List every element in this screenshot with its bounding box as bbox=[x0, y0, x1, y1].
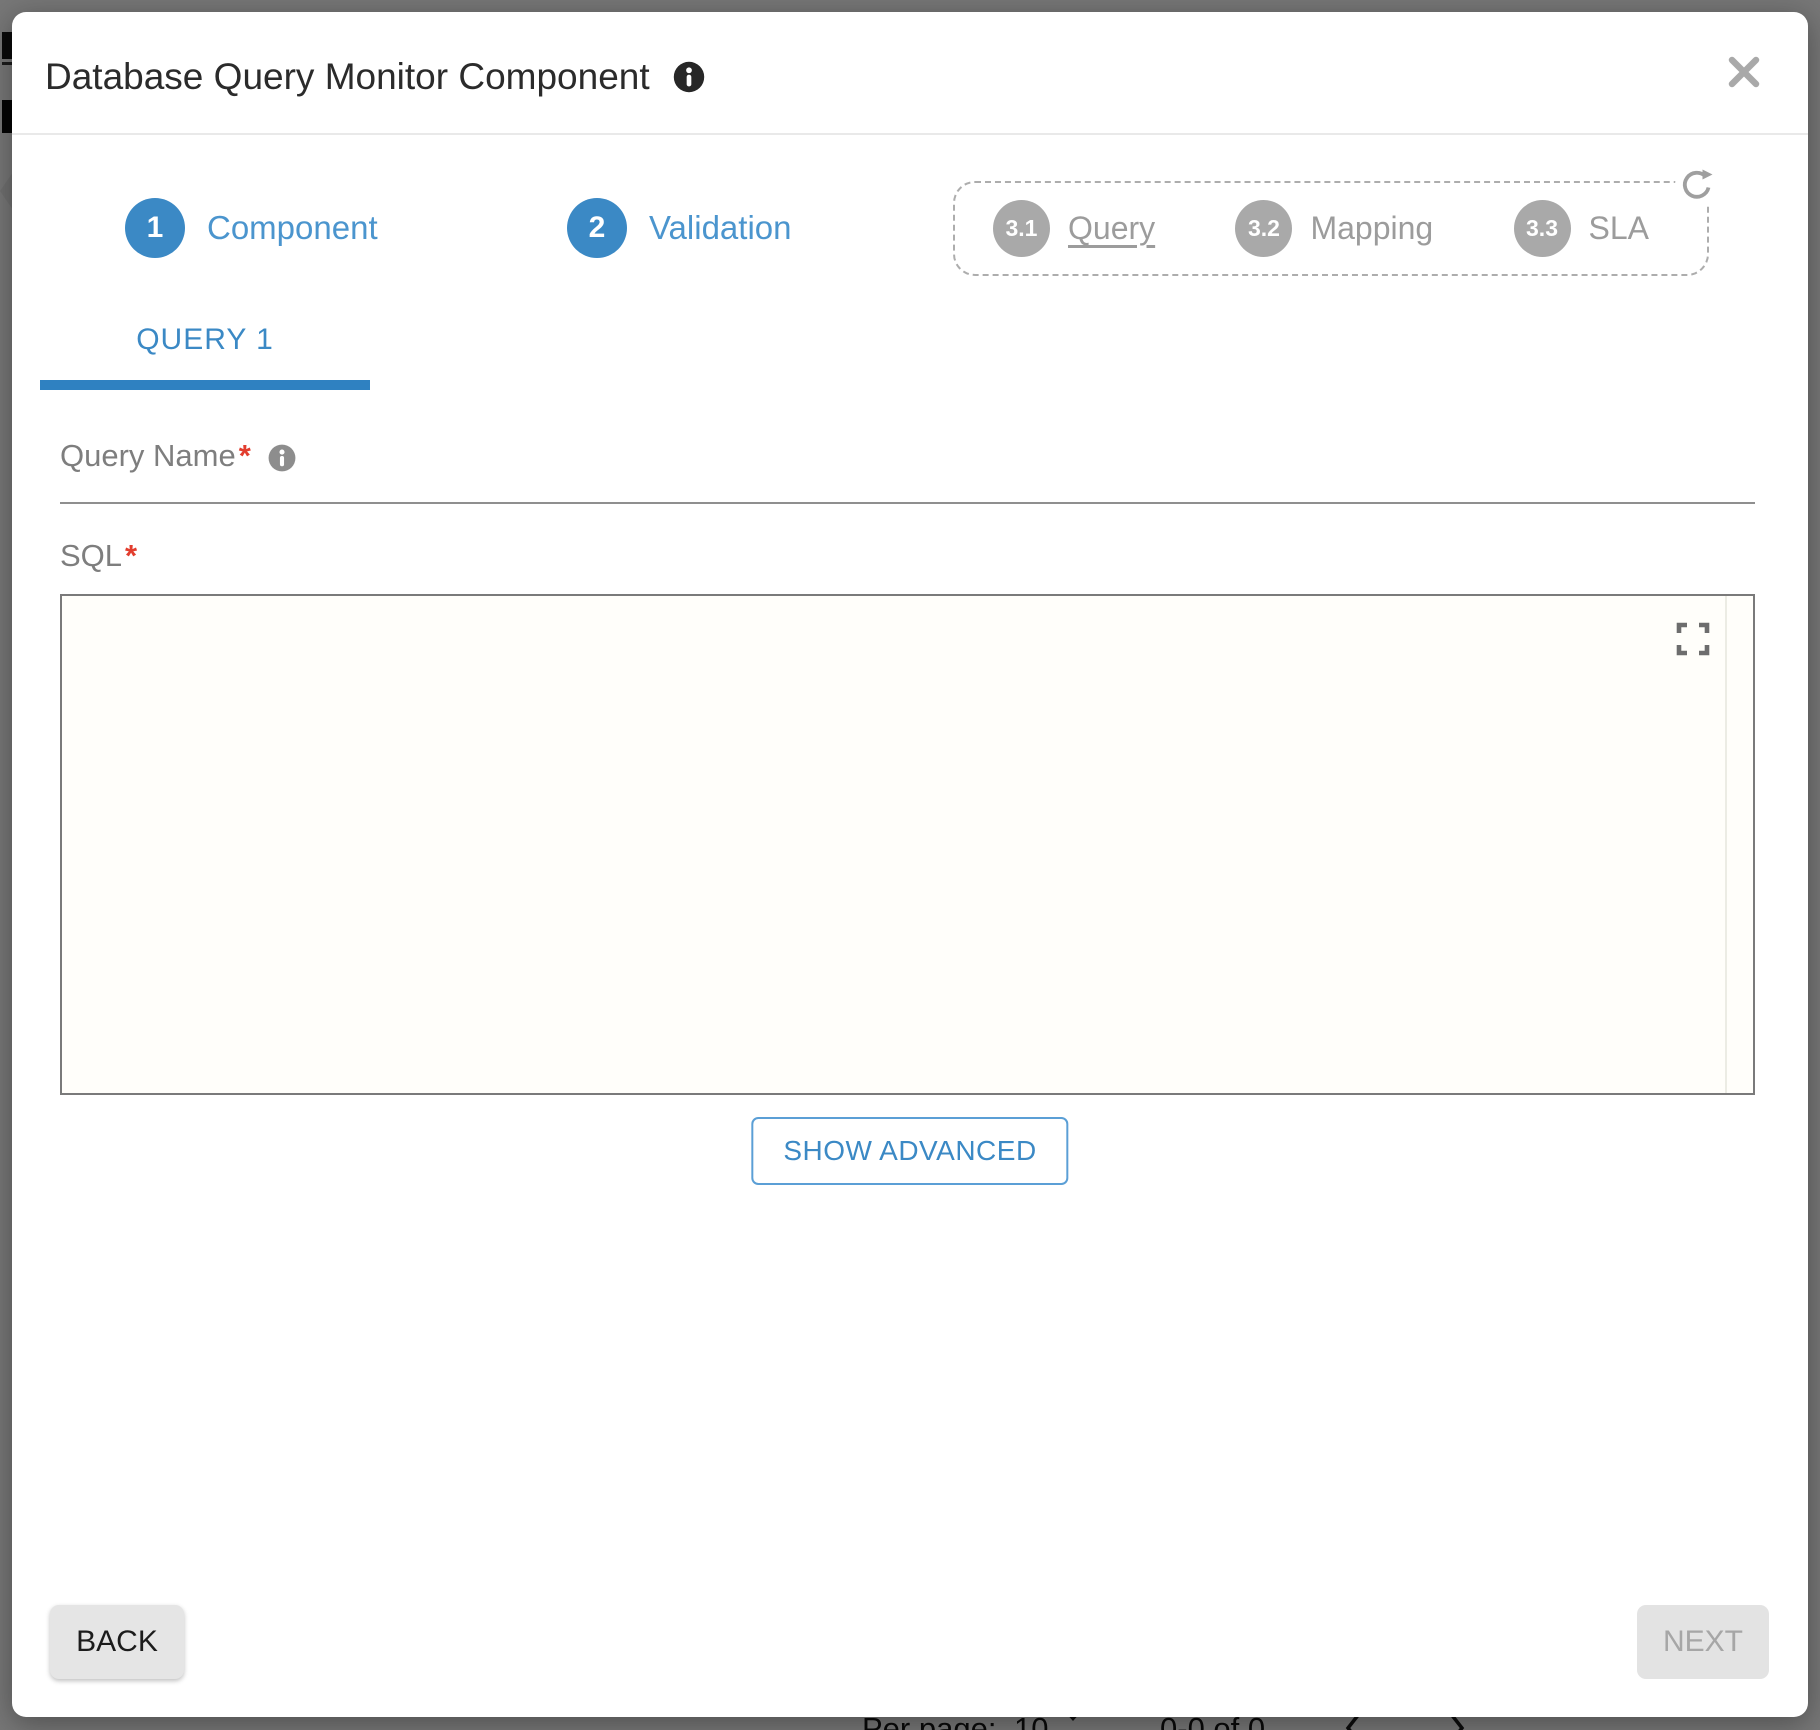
screen: Per page: 10 0-0 of 0 Database Query Mon… bbox=[0, 0, 1820, 1730]
required-asterisk: * bbox=[125, 538, 137, 574]
info-icon[interactable] bbox=[672, 60, 706, 94]
step-label: Component bbox=[207, 209, 378, 247]
substep-label: SLA bbox=[1589, 210, 1649, 247]
close-button[interactable] bbox=[1724, 53, 1764, 93]
substep-number-badge: 3.3 bbox=[1514, 200, 1571, 257]
show-advanced-button[interactable]: SHOW ADVANCED bbox=[751, 1117, 1068, 1185]
step-component[interactable]: 1 Component bbox=[125, 198, 378, 258]
fullscreen-icon bbox=[1676, 622, 1710, 659]
modal-title: Database Query Monitor Component bbox=[45, 56, 650, 98]
substep-label: Query bbox=[1068, 210, 1155, 247]
back-button[interactable]: BACK bbox=[50, 1605, 184, 1679]
tab-label: QUERY 1 bbox=[136, 323, 274, 357]
substep-number-badge: 3.2 bbox=[1235, 200, 1292, 257]
step-number-badge: 1 bbox=[125, 198, 185, 258]
substep-label: Mapping bbox=[1310, 210, 1433, 247]
tab-query-1[interactable]: QUERY 1 bbox=[40, 300, 370, 390]
substep-query[interactable]: 3.1 Query bbox=[993, 200, 1155, 257]
substep-sla: 3.3 SLA bbox=[1514, 200, 1649, 257]
sql-editor[interactable] bbox=[60, 594, 1755, 1095]
step-label: Validation bbox=[649, 209, 792, 247]
refresh-button[interactable] bbox=[1675, 163, 1719, 207]
refresh-icon bbox=[1679, 166, 1715, 205]
query-name-input[interactable] bbox=[60, 466, 1755, 504]
header-divider bbox=[12, 133, 1808, 135]
sql-input[interactable] bbox=[62, 596, 1753, 1093]
sql-label-row: SQL * bbox=[60, 538, 137, 574]
step-number-badge: 2 bbox=[567, 198, 627, 258]
modal-header: Database Query Monitor Component bbox=[45, 56, 706, 98]
step-validation[interactable]: 2 Validation bbox=[567, 198, 792, 258]
sql-label: SQL bbox=[60, 538, 122, 574]
substep-mapping: 3.2 Mapping bbox=[1235, 200, 1433, 257]
close-icon bbox=[1726, 54, 1762, 93]
next-button[interactable]: NEXT bbox=[1637, 1605, 1769, 1679]
fullscreen-button[interactable] bbox=[1675, 622, 1711, 658]
editor-scrollbar-gutter bbox=[1725, 596, 1727, 1093]
substep-number-badge: 3.1 bbox=[993, 200, 1050, 257]
substep-group: 3.1 Query 3.2 Mapping 3.3 SLA bbox=[953, 181, 1709, 276]
database-query-monitor-modal: Database Query Monitor Component 1 C bbox=[12, 12, 1808, 1717]
